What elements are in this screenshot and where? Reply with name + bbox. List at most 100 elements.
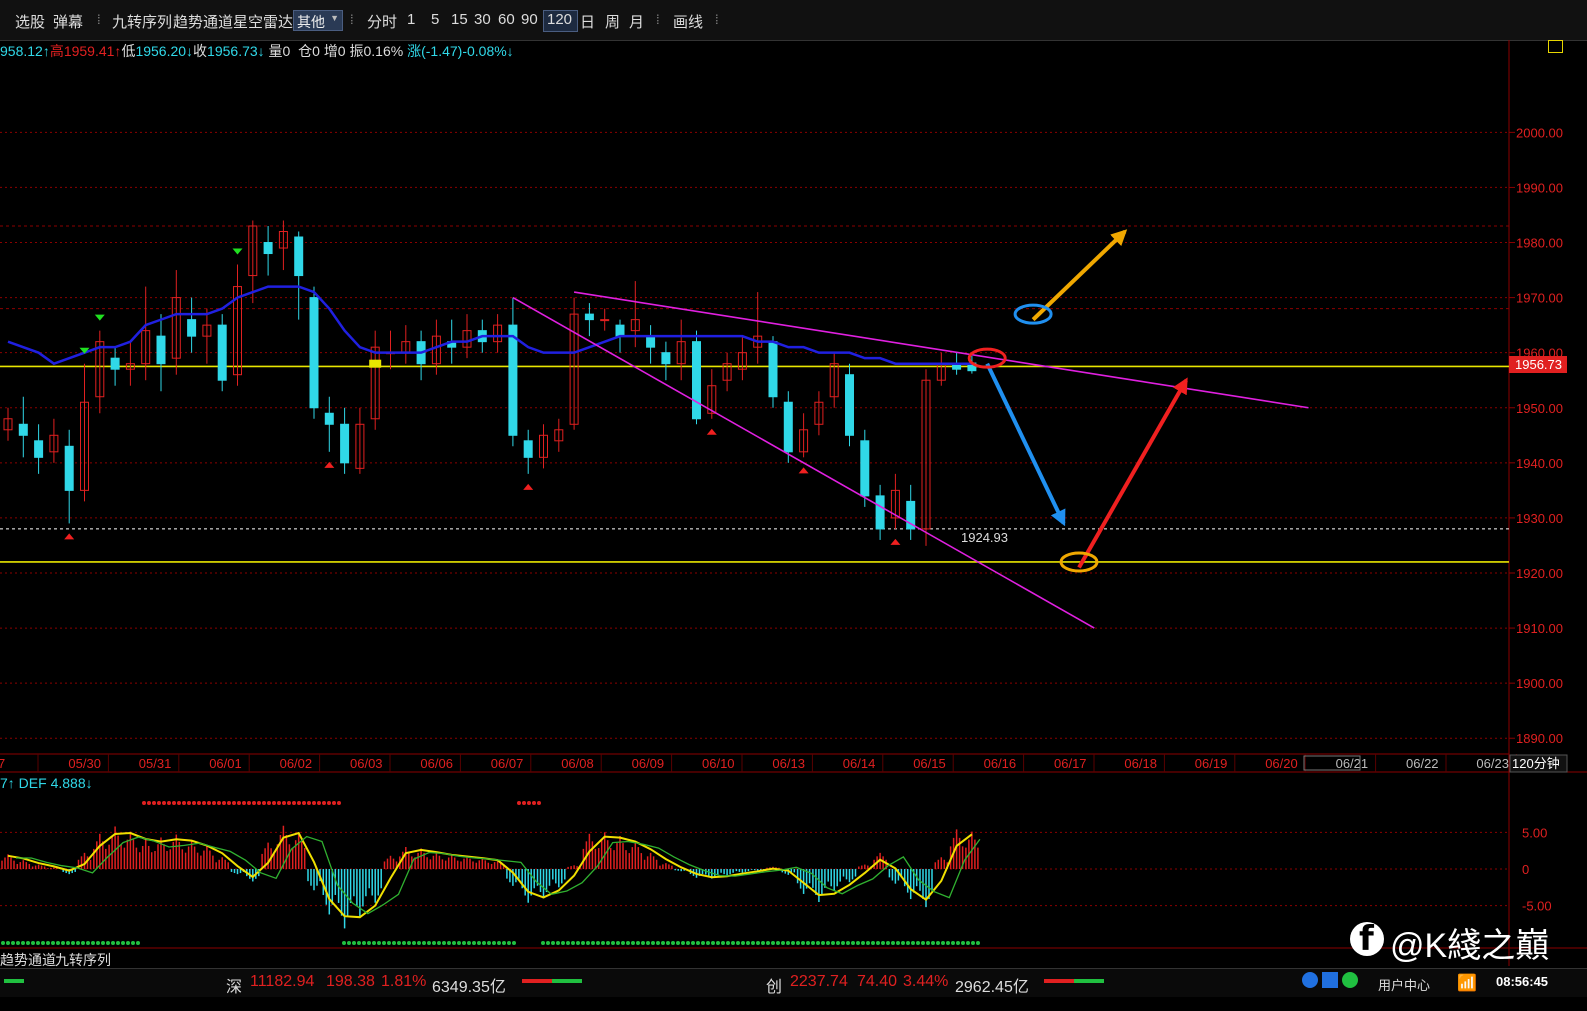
candle-body — [508, 324, 518, 436]
draw-line-button[interactable]: 画线 — [673, 11, 703, 32]
nine-turn-tab[interactable]: 九转序列 — [112, 11, 172, 32]
chuang-index: 2237.74 — [790, 973, 848, 990]
period-120m[interactable]: 120 — [547, 11, 572, 28]
signal-dot — [237, 801, 241, 805]
signal-dot — [631, 941, 635, 945]
date-tick-label: 06/06 — [420, 756, 453, 771]
signal-dot — [861, 941, 865, 945]
date-tick-label: 06/17 — [1054, 756, 1087, 771]
buy-arrow-icon — [798, 467, 809, 474]
candle-body — [692, 341, 701, 420]
window-toggle-icon[interactable] — [1548, 40, 1563, 53]
signal-dot — [372, 941, 376, 945]
signal-dot — [971, 941, 975, 945]
signal-dot — [71, 941, 75, 945]
signal-dot — [91, 941, 95, 945]
signal-dot — [442, 941, 446, 945]
period-month[interactable]: 月 — [629, 11, 644, 32]
signal-dot — [322, 801, 326, 805]
price-tick-label: 1980.00 — [1516, 236, 1563, 251]
signal-dot — [571, 941, 575, 945]
signal-dot — [252, 801, 256, 805]
buy-arrow-icon — [523, 483, 534, 490]
signal-dot — [106, 941, 110, 945]
other-dropdown[interactable]: 其他 ▼ — [293, 10, 343, 31]
signal-dot — [906, 941, 910, 945]
shen-percent: 1.81% — [381, 973, 427, 990]
toolbar: 选股 弹幕 ⁞ 九转序列 趋势通道 星空雷达 其他 ▼ ⁞ 分时 1 5 15 … — [0, 0, 1587, 41]
signal-dot — [606, 941, 610, 945]
price-tick-label: 1910.00 — [1516, 621, 1563, 636]
period-5m[interactable]: 5 — [431, 11, 439, 28]
high-value: 1959.41↑ — [63, 43, 122, 59]
low-value: 1956.20↓ — [135, 43, 194, 59]
candle-body — [416, 341, 426, 365]
date-tick-label: 06/16 — [984, 756, 1017, 771]
period-90m[interactable]: 90 — [521, 11, 538, 28]
price-tick-label: 1920.00 — [1516, 566, 1563, 581]
period-1m[interactable]: 1 — [407, 11, 415, 28]
candle-body — [584, 313, 594, 321]
amplitude-value: 振0.16% — [349, 43, 404, 59]
signal-dot — [966, 941, 970, 945]
signal-dot — [681, 941, 685, 945]
signal-dot — [482, 941, 486, 945]
date-tick-label: 06/22 — [1406, 756, 1439, 771]
s-icon[interactable] — [1302, 972, 1318, 988]
date-tick-label: 06/19 — [1195, 756, 1228, 771]
signal-dot — [626, 941, 630, 945]
tab-trend-channel[interactable]: 趋势通道 — [0, 950, 56, 970]
doc-icon[interactable] — [1322, 972, 1338, 988]
candle-body — [324, 412, 334, 425]
signal-dot — [941, 941, 945, 945]
facebook-icon: f — [1350, 919, 1384, 959]
signal-dot — [831, 941, 835, 945]
shen-amount: 6349.35亿 — [432, 979, 506, 996]
current-price-label: 1956.73 — [1515, 357, 1562, 372]
signal-dot — [126, 941, 130, 945]
date-tick-label: 06/03 — [350, 756, 383, 771]
tab-nine-turn[interactable]: 九转序列 — [55, 950, 111, 970]
candle-body — [340, 423, 350, 464]
signal-dot — [721, 941, 725, 945]
candle-body — [875, 495, 885, 530]
signal-dot — [282, 801, 286, 805]
candle-body — [676, 341, 686, 365]
period-30m[interactable]: 30 — [474, 11, 491, 28]
candle-body — [539, 434, 548, 458]
candle-body — [431, 335, 441, 365]
signal-dot — [382, 941, 386, 945]
period-tick[interactable]: 分时 — [367, 11, 397, 32]
candle-body — [110, 357, 120, 370]
signal-dot — [217, 801, 221, 805]
user-center-link[interactable]: 用户中心 — [1378, 975, 1430, 994]
candle-body — [401, 341, 411, 354]
candle-body — [493, 324, 503, 343]
select-stock-tab[interactable]: 选股 — [15, 11, 45, 32]
price-tick-label: 1990.00 — [1516, 180, 1563, 195]
period-week[interactable]: 周 — [605, 11, 620, 32]
trend-channel-tab[interactable]: 趋势通道 — [173, 11, 233, 32]
signal-dot — [566, 941, 570, 945]
star-radar-tab[interactable]: 星空雷达 — [233, 11, 293, 32]
period-day[interactable]: 日 — [580, 11, 595, 32]
signal-dot — [561, 941, 565, 945]
period-60m[interactable]: 60 — [498, 11, 515, 28]
signal-dot — [581, 941, 585, 945]
signal-dot — [467, 941, 471, 945]
signal-dot — [586, 941, 590, 945]
signal-dot — [671, 941, 675, 945]
candle-body — [707, 385, 717, 414]
candle-body — [217, 324, 227, 381]
candle-body — [967, 362, 977, 372]
period-15m[interactable]: 15 — [451, 11, 468, 28]
forecast-arrow — [985, 362, 1066, 527]
signal-dot — [462, 941, 466, 945]
barrage-tab[interactable]: 弹幕 — [53, 11, 83, 32]
refresh-icon[interactable] — [1342, 972, 1358, 988]
signal-dot — [207, 801, 211, 805]
toolbar-separator: ⁞ — [715, 12, 719, 27]
signal-dot — [786, 941, 790, 945]
signal-dot — [896, 941, 900, 945]
signal-dot — [706, 941, 710, 945]
